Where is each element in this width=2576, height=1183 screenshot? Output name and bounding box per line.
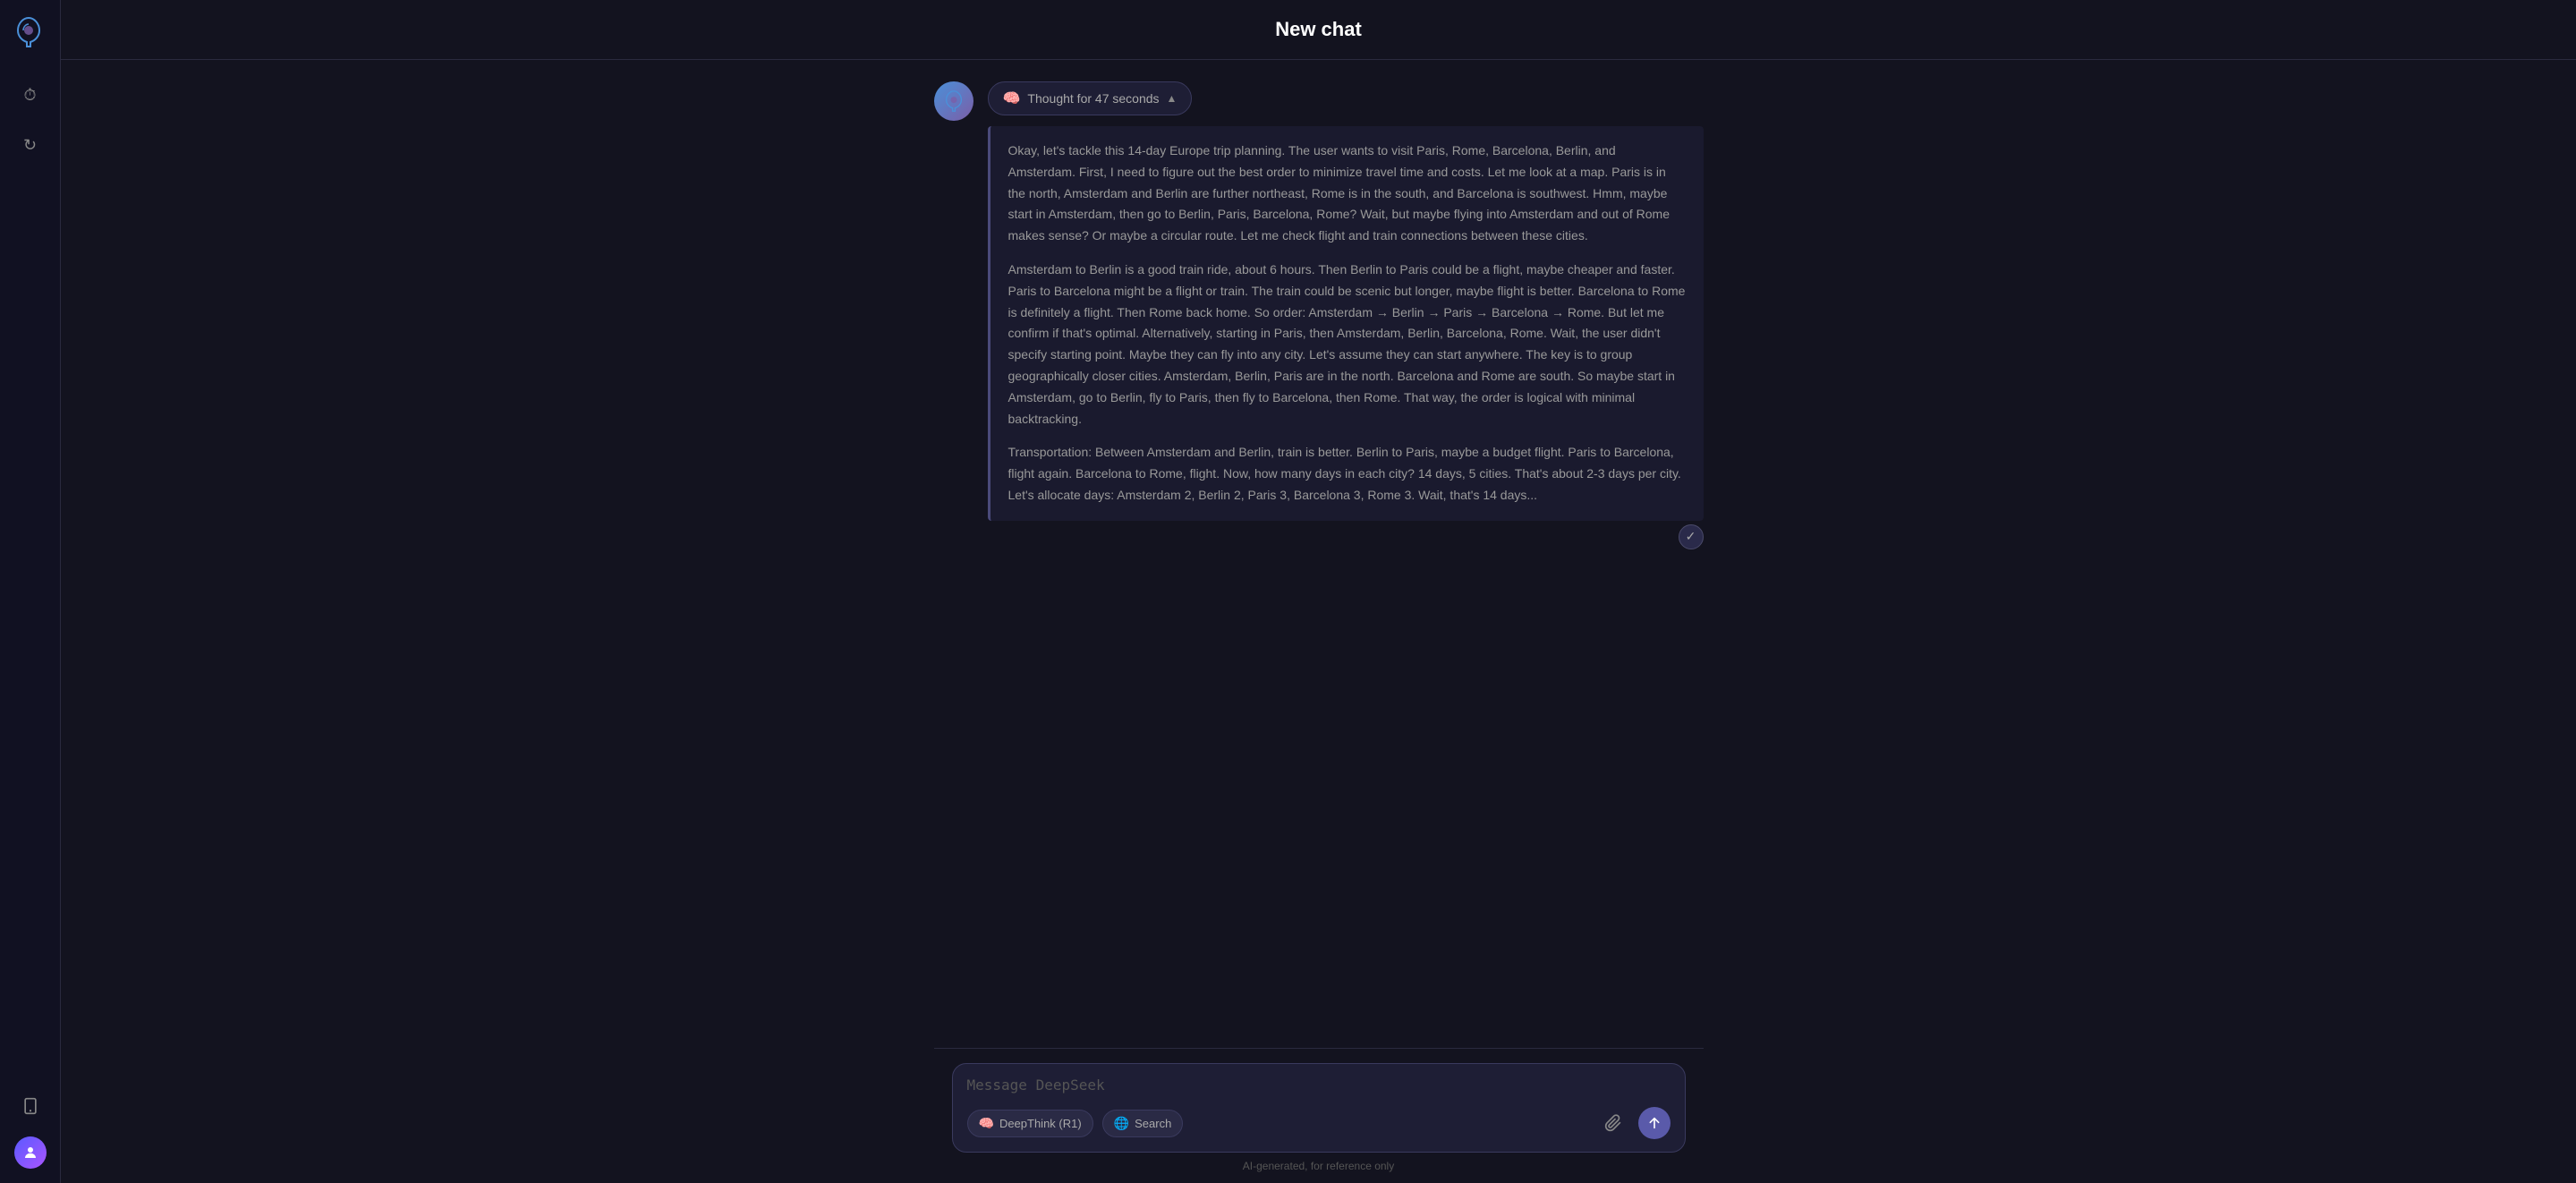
- bottom-bar: 🧠 DeepThink (R1) 🌐 Search: [934, 1048, 1704, 1183]
- thought-pill-label: Thought for 47 seconds: [1027, 91, 1159, 106]
- thought-paragraph-1: Okay, let's tackle this 14-day Europe tr…: [1008, 140, 1686, 247]
- send-button[interactable]: [1638, 1107, 1671, 1139]
- expand-button[interactable]: ✓: [1679, 524, 1704, 549]
- thought-paragraph-2: Amsterdam to Berlin is a good train ride…: [1008, 260, 1686, 430]
- deepthink-icon: 🧠: [979, 1116, 994, 1131]
- chevron-up-icon: ▲: [1167, 92, 1177, 105]
- history-icon[interactable]: ⏱: [14, 79, 47, 111]
- checkmark-icon: ✓: [1686, 529, 1696, 544]
- main-panel: New chat 🧠 Thought for 47 seconds ▲: [61, 0, 2576, 1183]
- sidebar: ⏱ ↻: [0, 0, 61, 1183]
- search-globe-icon: 🌐: [1114, 1116, 1129, 1131]
- ai-message-row: 🧠 Thought for 47 seconds ▲ Okay, let's t…: [934, 81, 1704, 549]
- input-container: 🧠 DeepThink (R1) 🌐 Search: [952, 1063, 1686, 1153]
- chat-area: 🧠 Thought for 47 seconds ▲ Okay, let's t…: [61, 60, 2576, 1048]
- refresh-icon[interactable]: ↻: [14, 129, 47, 161]
- thought-pill[interactable]: 🧠 Thought for 47 seconds ▲: [988, 81, 1193, 115]
- deepthink-button[interactable]: 🧠 DeepThink (R1): [967, 1110, 1093, 1137]
- app-logo: [11, 14, 50, 54]
- message-input[interactable]: [967, 1077, 1671, 1098]
- toolbar-right: [1597, 1107, 1671, 1139]
- ai-disclaimer: AI-generated, for reference only: [952, 1160, 1686, 1176]
- input-toolbar: 🧠 DeepThink (R1) 🌐 Search: [967, 1107, 1671, 1139]
- thought-content: Okay, let's tackle this 14-day Europe tr…: [988, 126, 1704, 521]
- mobile-icon[interactable]: [14, 1090, 47, 1122]
- thought-paragraph-3: Transportation: Between Amsterdam and Be…: [1008, 442, 1686, 506]
- brain-icon: 🧠: [1003, 89, 1021, 107]
- chat-title: New chat: [1275, 18, 1362, 40]
- chat-header: New chat: [61, 0, 2576, 60]
- search-label: Search: [1135, 1117, 1171, 1130]
- user-avatar[interactable]: [14, 1136, 47, 1169]
- message-content: 🧠 Thought for 47 seconds ▲ Okay, let's t…: [988, 81, 1704, 549]
- search-button[interactable]: 🌐 Search: [1102, 1110, 1184, 1137]
- ai-avatar: [934, 81, 973, 121]
- deepthink-label: DeepThink (R1): [999, 1117, 1082, 1130]
- attach-button[interactable]: [1597, 1107, 1629, 1139]
